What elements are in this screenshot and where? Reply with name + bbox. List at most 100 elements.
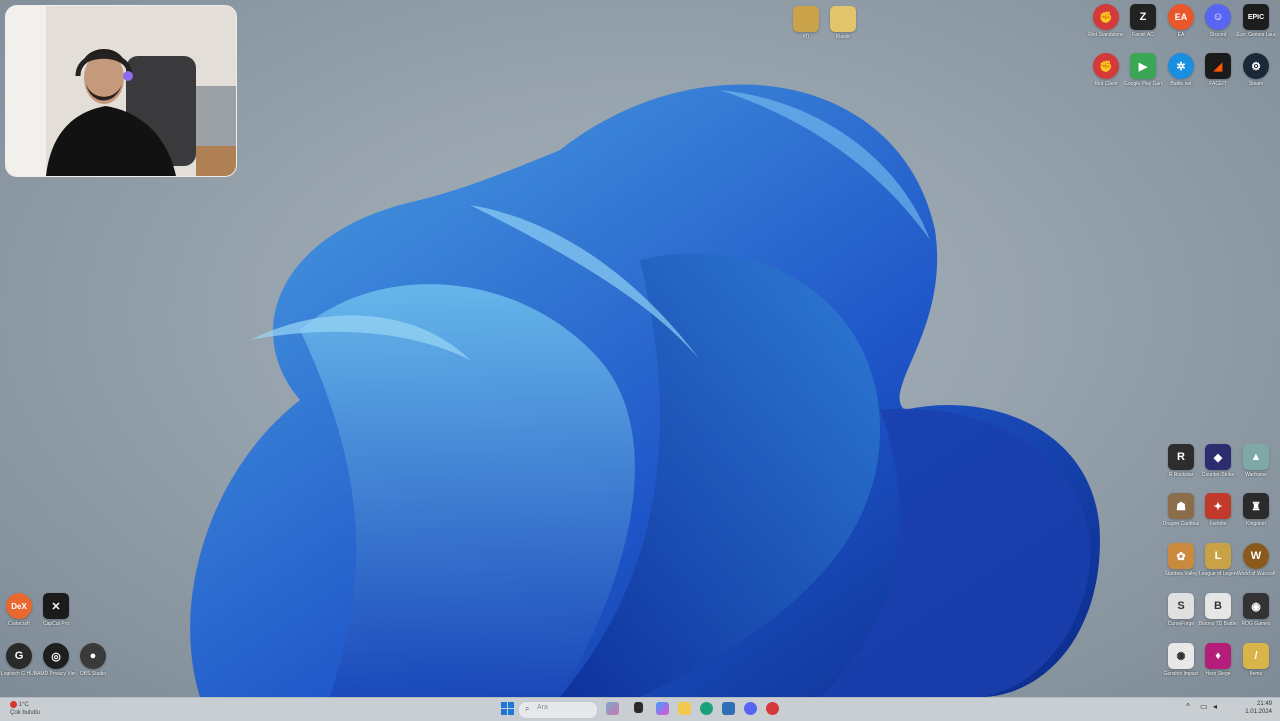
taskbar: 1°C Çok bulutlu ⌕ Ara ^ ▭ ◂ 21:49 1.01.2…	[0, 697, 1280, 721]
desktop-icon-steam[interactable]: ⚙ Steam	[1237, 53, 1275, 87]
desktop-icon-riot-standalone[interactable]: ✊ Riot Standalone	[1087, 4, 1125, 38]
riot-client-icon: ✊	[1093, 53, 1119, 79]
warframe-icon: ▲	[1243, 444, 1269, 470]
desktop-icon-folder[interactable]: Klasör	[824, 6, 862, 40]
capcut-icon: ✕	[43, 593, 69, 619]
desktop-icon-faceit-ac[interactable]: Z Faceit AC	[1124, 4, 1162, 38]
desktop-icon-fortnite[interactable]: ✦ Fortnite	[1199, 493, 1237, 527]
clock-time: 21:49	[1256, 701, 1272, 707]
edge-icon	[700, 702, 713, 715]
dex-icon: DeX	[6, 593, 32, 619]
weather-icon	[10, 701, 17, 708]
desktop-icon-riot-client[interactable]: ✊ Riot Client	[1087, 53, 1125, 87]
ghub-icon: G	[6, 643, 32, 669]
desktop-icon-kingdom[interactable]: ♜ Kingdom	[1237, 493, 1275, 527]
rockstar-icon: R	[1168, 444, 1194, 470]
weather-temp: 1°C	[18, 702, 29, 709]
weather-widget[interactable]: 1°C Çok bulutlu	[10, 701, 40, 717]
cs-icon: ◆	[1205, 444, 1231, 470]
curseforge-icon: S	[1168, 593, 1194, 619]
copilot-button[interactable]	[606, 702, 619, 717]
clock-date: 1.01.2024	[1245, 709, 1272, 715]
amd-icon: ◎	[43, 643, 69, 669]
desktop-icon-capcut[interactable]: ✕ CapCut Pro	[37, 593, 75, 627]
obs-icon: ●	[80, 643, 106, 669]
webcam-overlay	[5, 5, 237, 177]
steam-icon: ⚙	[1243, 53, 1269, 79]
desktop-icon-wow[interactable]: W World of Warcraft	[1237, 543, 1275, 577]
stardew-icon: ✿	[1168, 543, 1194, 569]
desktop-icon-google-play[interactable]: ▶ Google Play Games	[1124, 53, 1162, 87]
taskbar-app-1[interactable]	[656, 702, 669, 717]
faceit-icon: Z	[1130, 4, 1156, 30]
desktop-icon-discord[interactable]: ☺ Discord	[1199, 4, 1237, 38]
desktop-icon-ea[interactable]: EA EA	[1162, 4, 1200, 38]
ea-icon: EA	[1168, 4, 1194, 30]
tray-volume[interactable]: ◂	[1213, 702, 1217, 717]
battlenet-icon: ✲	[1168, 53, 1194, 79]
tray-network[interactable]: ▭	[1200, 702, 1208, 717]
discord-icon	[744, 702, 757, 715]
rog-icon: ◉	[1243, 593, 1269, 619]
taskbar-discord[interactable]	[744, 702, 757, 717]
hero-icon: ♦	[1205, 643, 1231, 669]
desktop[interactable]: f/{} Klasör ✊ Riot Standalone Z Faceit A…	[0, 0, 1280, 697]
taskbar-app-3[interactable]	[766, 702, 779, 717]
desktop-icon-curseforge[interactable]: S CurseForge	[1162, 593, 1200, 627]
task-view-button[interactable]	[634, 702, 643, 717]
start-button[interactable]	[501, 702, 514, 717]
tray-overflow-button[interactable]: ^	[1186, 702, 1190, 717]
desktop-icon-faceit[interactable]: ◢ FACEIT	[1199, 53, 1237, 87]
desktop-icon-hero[interactable]: ♦ Hero Siege	[1199, 643, 1237, 677]
epic-icon: EPIC	[1243, 4, 1269, 30]
weather-desc: Çok bulutlu	[10, 710, 41, 717]
store-icon	[656, 702, 669, 715]
lol-icon: L	[1205, 543, 1231, 569]
discord-icon: ☺	[1205, 4, 1231, 30]
taskbar-app-2[interactable]	[722, 702, 735, 717]
fortnite-icon: ✦	[1205, 493, 1231, 519]
desktop-icon-battlenet[interactable]: ✲ Battle.net	[1162, 53, 1200, 87]
desktop-icon-epic[interactable]: EPIC Epic Games Launcher	[1237, 4, 1275, 38]
task-view-icon	[634, 702, 643, 713]
desktop-icon-ghub[interactable]: G Logitech G HUB	[0, 643, 38, 677]
google-play-icon: ▶	[1130, 53, 1156, 79]
copilot-icon	[606, 702, 619, 715]
kingdom-icon: ♜	[1243, 493, 1269, 519]
taskbar-file-explorer[interactable]	[678, 702, 691, 717]
desktop-icon-dragon[interactable]: ☗ Dragon Cardinal	[1162, 493, 1200, 527]
search-icon: ⌕	[525, 704, 530, 713]
items-icon: /	[1243, 643, 1269, 669]
desktop-icon-genshin[interactable]: ✺ Genshin Impact	[1162, 643, 1200, 677]
network-icon: ▭	[1200, 702, 1208, 711]
desktop-icon-rog[interactable]: ◉ ROG Games	[1237, 593, 1275, 627]
folder-icon	[830, 6, 856, 32]
desktop-icon-bloons[interactable]: B Bloons TD Battles	[1199, 593, 1237, 627]
search-placeholder: Ara	[537, 704, 548, 711]
chevron-up-icon: ^	[1186, 702, 1190, 711]
taskbar-edge[interactable]	[700, 702, 713, 717]
desktop-icon-folder-image[interactable]: f/{}	[787, 6, 825, 40]
app-window-icon	[722, 702, 735, 715]
riot-icon	[766, 702, 779, 715]
desktop-icon-items[interactable]: / Items	[1237, 643, 1275, 677]
dragon-icon: ☗	[1168, 493, 1194, 519]
desktop-icon-stardew[interactable]: ✿ Stardew Valley	[1162, 543, 1200, 577]
desktop-icon-warframe[interactable]: ▲ Warframe	[1237, 444, 1275, 478]
bloons-icon: B	[1205, 593, 1231, 619]
genshin-icon: ✺	[1168, 643, 1194, 669]
faceit-logo-icon: ◢	[1205, 53, 1231, 79]
search-box[interactable]: ⌕ Ara	[518, 701, 598, 719]
wow-icon: W	[1243, 543, 1269, 569]
speaker-icon: ◂	[1213, 702, 1218, 711]
desktop-icon-rockstar[interactable]: R R Rockstar	[1162, 444, 1200, 478]
folder-image-icon	[793, 6, 819, 32]
desktop-icon-obs[interactable]: ● OBS Studio	[74, 643, 112, 677]
riot-icon: ✊	[1093, 4, 1119, 30]
clock[interactable]: 21:49 1.01.2024	[1245, 700, 1272, 716]
folder-icon	[678, 702, 691, 715]
desktop-icon-counter-strike[interactable]: ◆ Counter-Strike	[1199, 444, 1237, 478]
desktop-icon-amd[interactable]: ◎ AMD Privacy View	[37, 643, 75, 677]
desktop-icon-dex[interactable]: DeX Codecraft	[0, 593, 38, 627]
desktop-icon-league[interactable]: L League of Legends	[1199, 543, 1237, 577]
